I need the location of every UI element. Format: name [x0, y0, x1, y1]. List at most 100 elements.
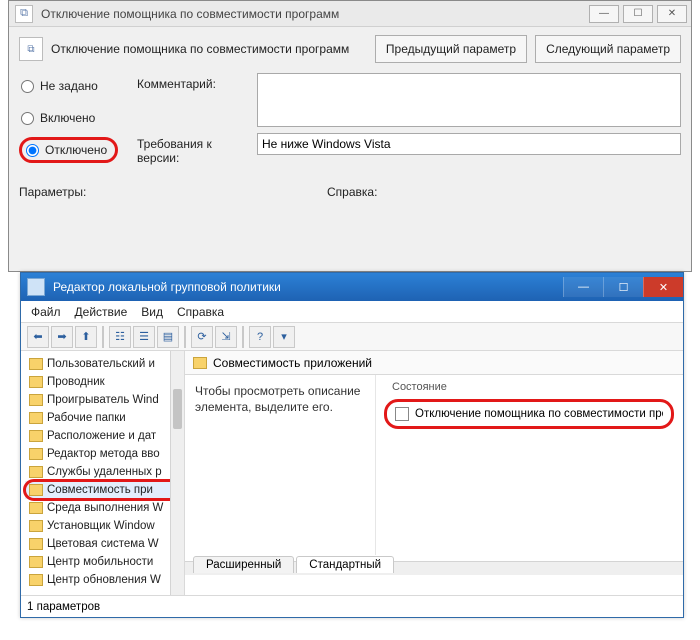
requirements-label: Требования к версии: — [137, 133, 257, 165]
tree-item[interactable]: Пользовательский и — [25, 355, 184, 373]
minimize-button[interactable]: — — [589, 5, 619, 23]
comment-label: Комментарий: — [137, 73, 257, 127]
policy-item-icon — [395, 407, 409, 421]
radio-disabled[interactable]: Отключено — [24, 143, 107, 157]
comment-textarea[interactable] — [257, 73, 681, 127]
tree-item-label: Расположение и дат — [47, 430, 156, 442]
folder-icon — [29, 574, 43, 586]
gpedit-toolbar: ⬅ ➡ ⬆ ☷ ☰ ▤ ⟳ ⇲ ? ▾ — [21, 323, 683, 351]
radio-enabled-label: Включено — [40, 111, 95, 125]
radio-enabled[interactable]: Включено — [19, 105, 137, 131]
up-icon[interactable]: ⬆ — [75, 326, 97, 348]
toolbar-separator — [102, 326, 104, 348]
tree-item-label: Среда выполнения W — [47, 502, 163, 514]
folder-icon — [29, 448, 43, 460]
list-icon[interactable]: ☰ — [133, 326, 155, 348]
help-icon[interactable]: ? — [249, 326, 271, 348]
tree-item-label: Рабочие папки — [47, 412, 126, 424]
tree-item[interactable]: Цветовая система W — [25, 535, 184, 553]
tree-item[interactable]: Редактор метода вво — [25, 445, 184, 463]
folder-tree-icon[interactable]: ☷ — [109, 326, 131, 348]
gpedit-title: Редактор локальной групповой политики — [53, 280, 281, 294]
folder-icon — [29, 394, 43, 406]
radio-disabled-label: Отключено — [45, 143, 107, 157]
export-icon[interactable]: ⇲ — [215, 326, 237, 348]
next-setting-button[interactable]: Следующий параметр — [535, 35, 681, 63]
folder-icon — [29, 556, 43, 568]
back-icon[interactable]: ⬅ — [27, 326, 49, 348]
tree-item-label: Совместимость при — [47, 484, 153, 496]
tree-item-label: Проигрыватель Wind — [47, 394, 159, 406]
tree-item-label: Службы удаленных р — [47, 466, 162, 478]
policy-item-highlight: Отключение помощника по совместимости пр… — [384, 399, 674, 429]
folder-icon — [29, 466, 43, 478]
menu-file[interactable]: Файл — [31, 305, 61, 319]
tree-item[interactable]: Расположение и дат — [25, 427, 184, 445]
menu-action[interactable]: Действие — [75, 305, 128, 319]
previous-setting-button[interactable]: Предыдущий параметр — [375, 35, 527, 63]
gp-minimize-button[interactable]: — — [563, 277, 603, 297]
toolbar-separator — [242, 326, 244, 348]
folder-icon — [29, 358, 43, 370]
radio-not-configured-input[interactable] — [21, 80, 34, 93]
radio-not-configured[interactable]: Не задано — [19, 73, 137, 99]
tree-item-label: Проводник — [47, 376, 105, 388]
close-button[interactable]: ✕ — [657, 5, 687, 23]
folder-icon — [29, 430, 43, 442]
tab-extended[interactable]: Расширенный — [193, 556, 294, 573]
tree-item[interactable]: Установщик Window — [25, 517, 184, 535]
maximize-button[interactable]: ☐ — [623, 5, 653, 23]
gpedit-titlebar[interactable]: Редактор локальной групповой политики — … — [21, 273, 683, 301]
gp-close-button[interactable]: ✕ — [643, 277, 683, 297]
tree-item-label: Пользовательский и — [47, 358, 155, 370]
radio-disabled-input[interactable] — [26, 144, 39, 157]
tree-item[interactable]: Проводник — [25, 373, 184, 391]
status-text: 1 параметров — [27, 601, 100, 613]
gpo-setting-dialog: ⧉ Отключение помощника по совместимости … — [8, 0, 692, 272]
tree-item[interactable]: Рабочие папки — [25, 409, 184, 427]
folder-icon — [193, 357, 207, 369]
folder-icon — [29, 376, 43, 388]
gpedit-statusbar: 1 параметров — [21, 595, 683, 617]
menu-view[interactable]: Вид — [141, 305, 163, 319]
tree-item[interactable]: Совместимость при — [25, 481, 184, 499]
gpedit-menu-bar: Файл Действие Вид Справка — [21, 301, 683, 323]
tree-item[interactable]: Центр обновления W — [25, 571, 184, 589]
menu-help[interactable]: Справка — [177, 305, 224, 319]
tree-item[interactable]: Службы удаленных р — [25, 463, 184, 481]
gpo-setting-name: Отключение помощника по совместимости пр… — [51, 42, 349, 56]
parameters-label: Параметры: — [19, 185, 327, 199]
tree-scrollbar[interactable] — [170, 351, 184, 597]
tree-item-label: Редактор метода вво — [47, 448, 160, 460]
detail-header: Совместимость приложений — [185, 351, 683, 375]
forward-icon[interactable]: ➡ — [51, 326, 73, 348]
tree-item-label: Цветовая система W — [47, 538, 159, 550]
tree-item[interactable]: Проигрыватель Wind — [25, 391, 184, 409]
state-column-header[interactable]: Состояние — [392, 381, 675, 393]
tree-item-label: Центр мобильности — [47, 556, 153, 568]
folder-icon — [29, 502, 43, 514]
details-icon[interactable]: ▤ — [157, 326, 179, 348]
tree-item-label: Установщик Window — [47, 520, 155, 532]
policy-item[interactable]: Отключение помощника по совместимости пр… — [415, 408, 663, 420]
tree-item[interactable]: Среда выполнения W — [25, 499, 184, 517]
gpo-dialog-title: Отключение помощника по совместимости пр… — [41, 7, 339, 21]
gpedit-tree[interactable]: Пользовательский и Проводник Проигрыватель… — [21, 351, 185, 597]
detail-header-text: Совместимость приложений — [213, 356, 372, 370]
radio-enabled-input[interactable] — [21, 112, 34, 125]
tree-scroll-thumb[interactable] — [173, 389, 182, 429]
refresh-icon[interactable]: ⟳ — [191, 326, 213, 348]
tree-item[interactable]: Центр мобильности — [25, 553, 184, 571]
gpedit-window: Редактор локальной групповой политики — … — [20, 272, 684, 618]
radio-not-configured-label: Не задано — [40, 79, 98, 93]
gp-maximize-button[interactable]: ☐ — [603, 277, 643, 297]
policy-icon: ⧉ — [15, 5, 33, 23]
toolbar-separator — [184, 326, 186, 348]
policy-icon: ⧉ — [19, 37, 43, 61]
folder-icon — [29, 520, 43, 532]
filter-icon[interactable]: ▾ — [273, 326, 295, 348]
help-label: Справка: — [327, 185, 377, 199]
folder-icon — [29, 538, 43, 550]
gpo-dialog-titlebar[interactable]: ⧉ Отключение помощника по совместимости … — [9, 1, 691, 27]
tab-standard[interactable]: Стандартный — [296, 556, 394, 573]
